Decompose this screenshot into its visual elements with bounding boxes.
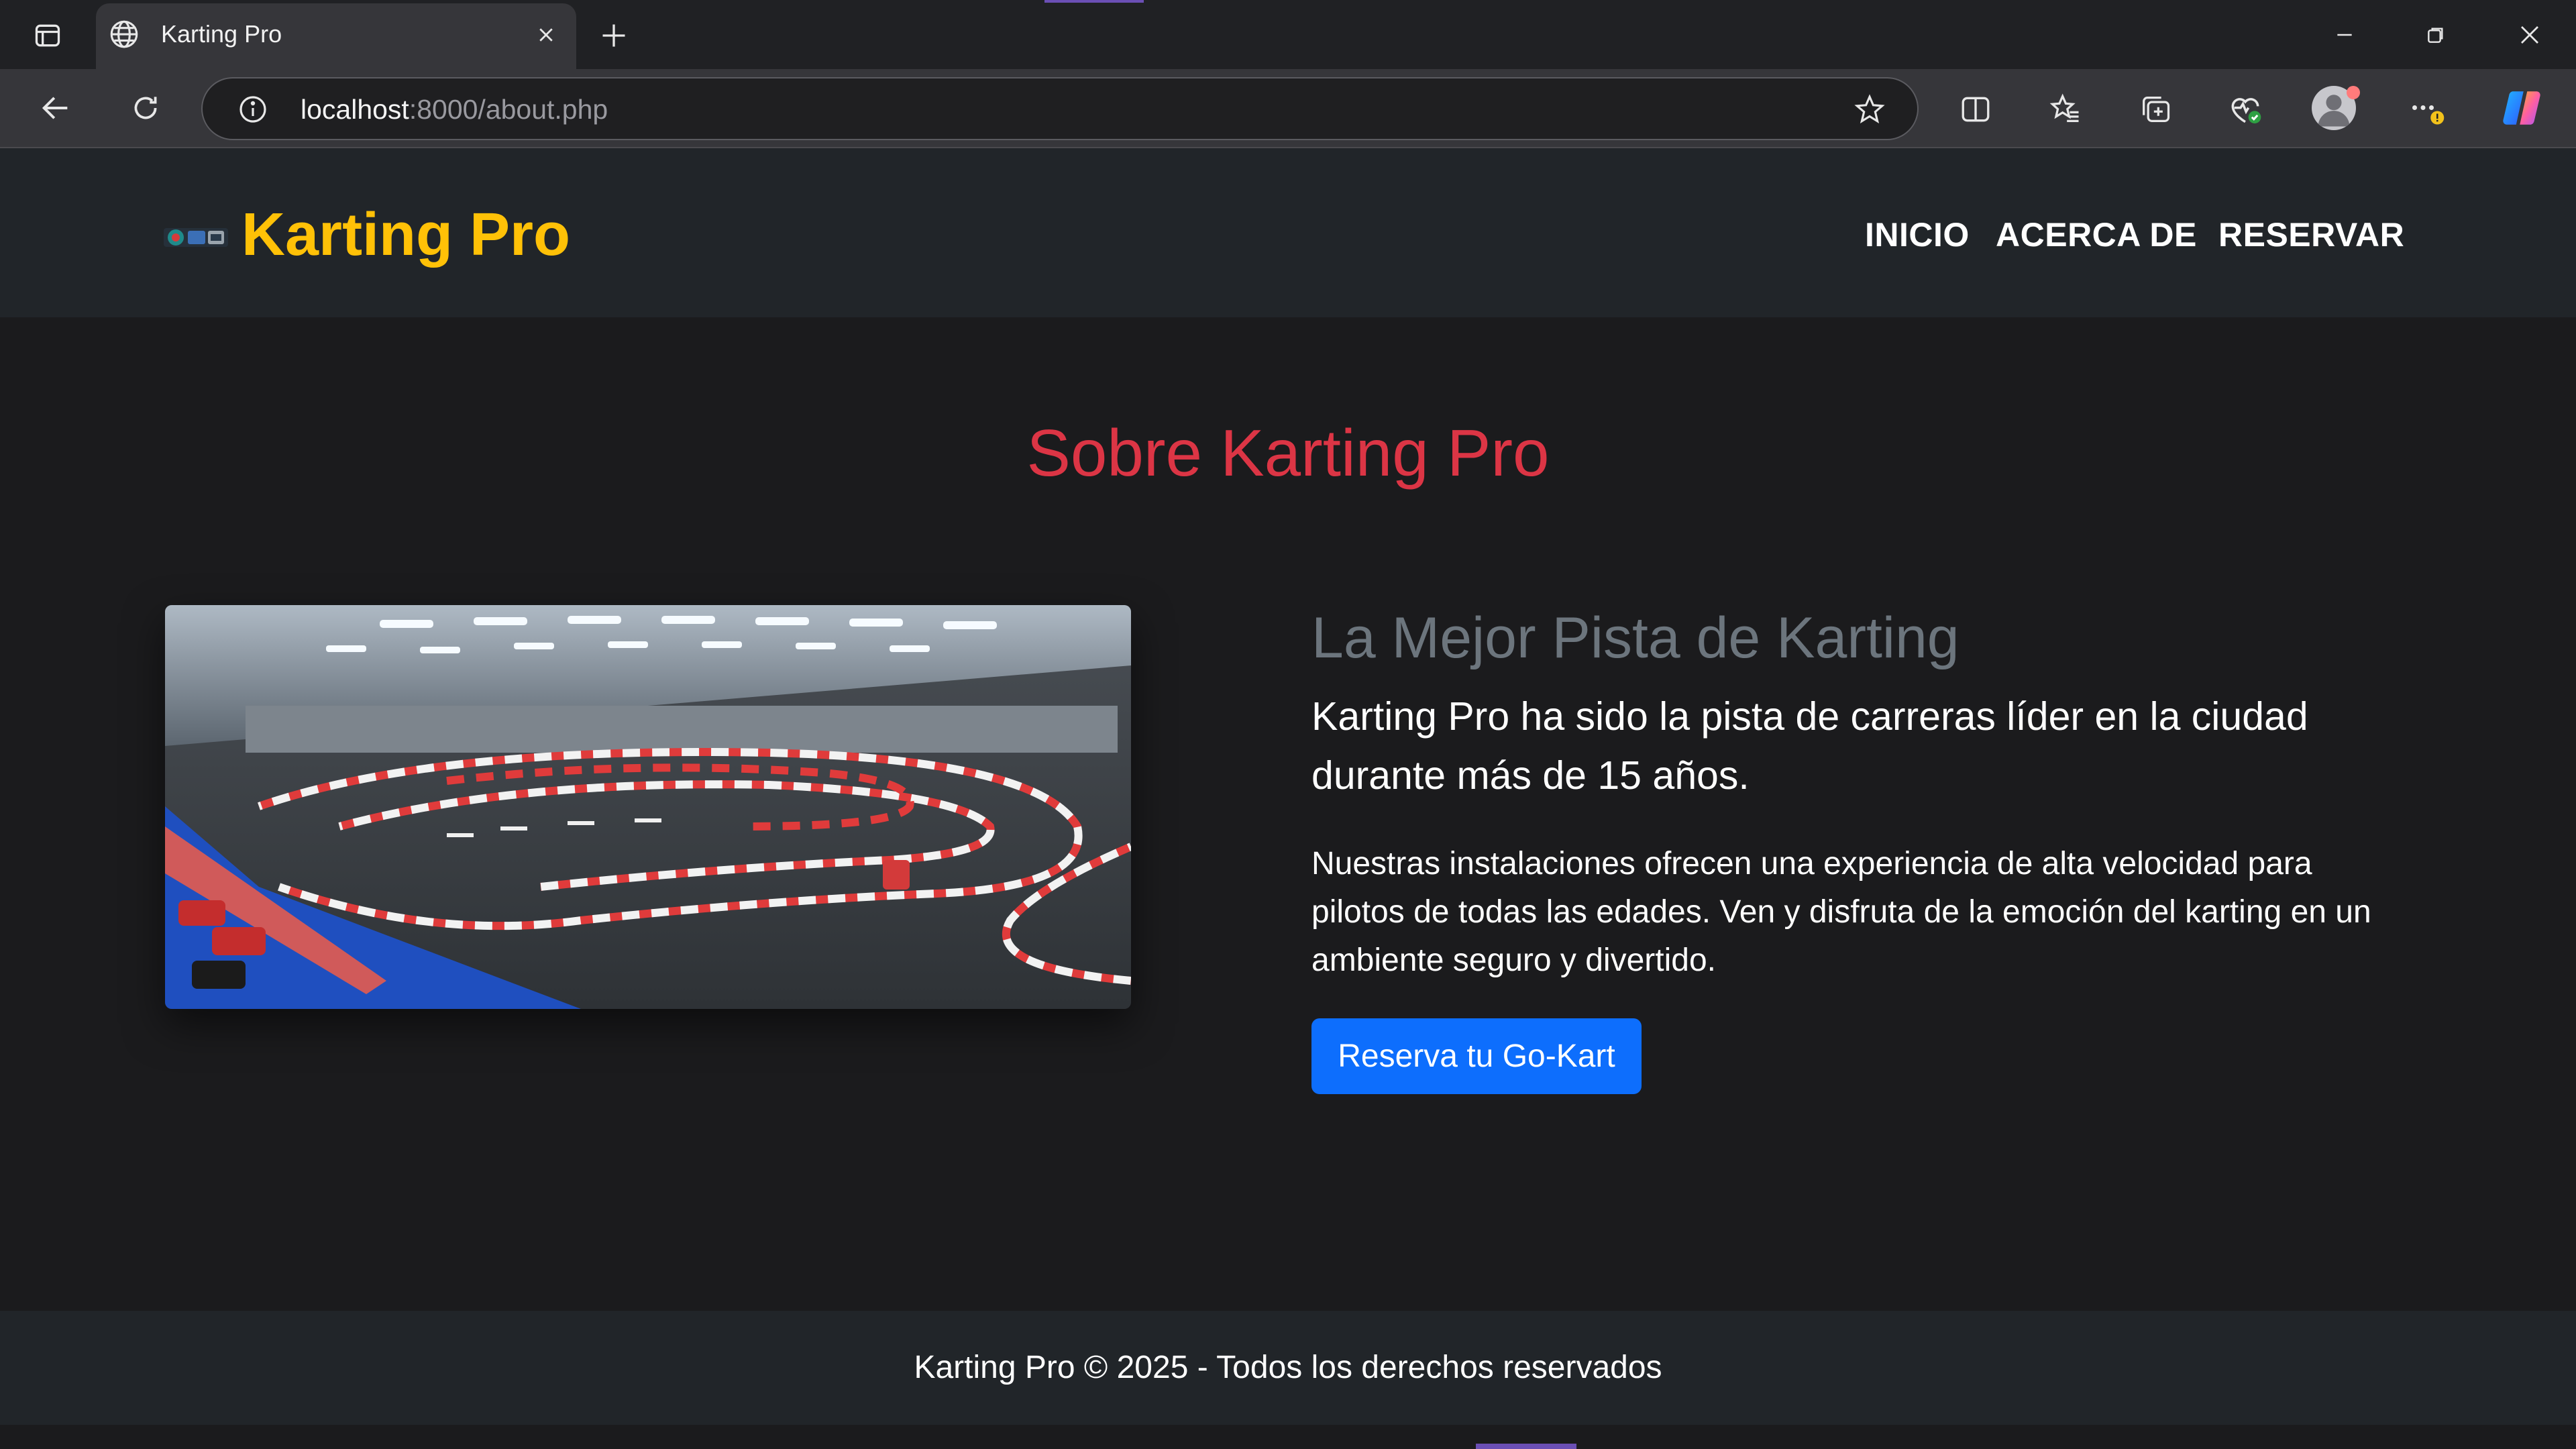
book-go-kart-button[interactable]: Reserva tu Go-Kart <box>1311 1018 1642 1094</box>
url-path: :8000/about.php <box>409 94 608 125</box>
restore-icon[interactable] <box>2412 16 2459 54</box>
tab-title: Karting Pro <box>161 20 282 48</box>
back-arrow-icon[interactable] <box>34 86 78 130</box>
split-screen-icon[interactable] <box>1953 87 1998 131</box>
favorites-icon[interactable] <box>2043 87 2088 131</box>
brand-name[interactable]: Karting Pro <box>241 199 570 271</box>
nav-link-reservar[interactable]: RESERVAR <box>2218 213 2404 256</box>
url-host: localhost <box>301 94 409 125</box>
nav-link-inicio[interactable]: INICIO <box>1865 213 1970 256</box>
profile-notification-dot <box>2347 86 2360 99</box>
brand-logo-icon[interactable] <box>164 223 228 252</box>
body-paragraph: Nuestras instalaciones ofrecen una exper… <box>1311 846 2371 978</box>
copilot-icon[interactable] <box>2500 86 2544 130</box>
globe-icon <box>107 17 141 51</box>
bottom-accent-mark <box>1476 1444 1576 1449</box>
more-options-icon[interactable] <box>2404 87 2449 131</box>
browser-essentials-icon[interactable] <box>2223 87 2267 131</box>
info-icon[interactable] <box>231 87 275 131</box>
minimize-icon[interactable] <box>2321 16 2368 54</box>
karting-track-image <box>165 605 1131 1009</box>
page-title: Sobre Karting Pro <box>1026 416 1550 490</box>
window-accent-mark <box>1044 0 1144 3</box>
plus-icon[interactable] <box>594 16 633 55</box>
lead-paragraph: Karting Pro ha sido la pista de carreras… <box>1311 694 2308 798</box>
section-title: La Mejor Pista de Karting <box>1311 606 1960 670</box>
close-icon[interactable] <box>530 19 562 51</box>
url-text[interactable]: localhost:8000/about.php <box>301 93 608 126</box>
collections-icon[interactable] <box>2133 87 2178 131</box>
bottom-strip <box>0 1425 2576 1449</box>
star-icon[interactable] <box>1847 87 1892 131</box>
sidebar-toggle-icon[interactable] <box>30 17 66 54</box>
nav-link-acerca-de[interactable]: ACERCA DE <box>1996 213 2197 256</box>
close-window-icon[interactable] <box>2506 16 2553 54</box>
refresh-icon[interactable] <box>123 86 168 130</box>
footer-copyright: Karting Pro © 2025 - Todos los derechos … <box>914 1350 1662 1385</box>
